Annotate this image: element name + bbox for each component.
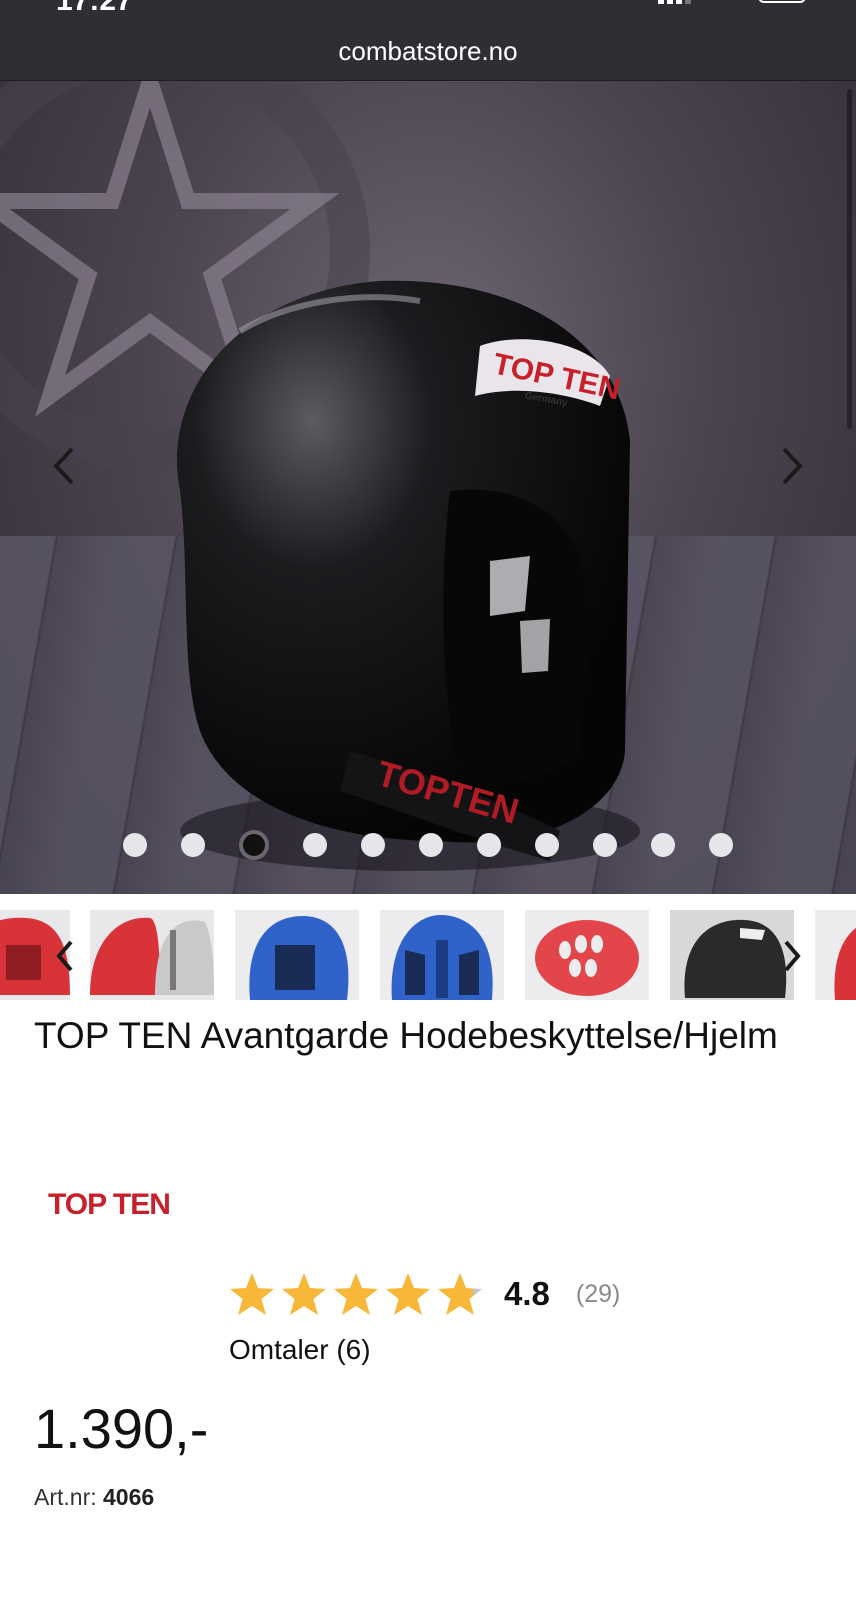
browser-address-bar[interactable]: combatstore.no bbox=[0, 14, 856, 81]
gallery-dot[interactable] bbox=[303, 833, 327, 857]
star-icon bbox=[230, 1273, 274, 1315]
thumbnail[interactable] bbox=[380, 910, 504, 1000]
chevron-left-icon bbox=[53, 447, 74, 485]
gallery-dot[interactable] bbox=[477, 833, 501, 857]
gallery-pagination bbox=[0, 830, 856, 860]
brand-logo[interactable]: TOP TEN bbox=[44, 1178, 184, 1226]
helmet-image: TOP TEN Germany TOPTEN bbox=[176, 280, 640, 871]
battery-icon bbox=[758, 0, 806, 3]
chevron-right-icon bbox=[782, 447, 803, 485]
thumbnail[interactable] bbox=[525, 910, 649, 1000]
thumbnail[interactable] bbox=[670, 910, 794, 1000]
gallery-dot[interactable] bbox=[535, 833, 559, 857]
thumbnails-prev-button[interactable] bbox=[50, 936, 80, 976]
rating-stars bbox=[228, 1270, 484, 1318]
svg-text:TOP TEN: TOP TEN bbox=[48, 1188, 170, 1221]
star-icon bbox=[386, 1273, 430, 1315]
status-bar: 17:27 bbox=[0, 0, 856, 14]
product-title: TOP TEN Avantgarde Hodebeskyttelse/Hjelm bbox=[34, 1015, 778, 1056]
article-number: Art.nr: 4066 bbox=[34, 1484, 154, 1511]
star-icon bbox=[334, 1273, 378, 1315]
thumbnails-next-button[interactable] bbox=[777, 936, 807, 976]
thumbnail-strip bbox=[0, 908, 856, 1002]
product-image-gallery[interactable]: TOP TEN Germany TOPTEN bbox=[0, 81, 856, 894]
thumbnail[interactable] bbox=[90, 910, 214, 1000]
article-number-label: Art.nr: bbox=[34, 1484, 97, 1510]
gallery-dot-active[interactable] bbox=[239, 830, 269, 860]
chevron-left-icon bbox=[56, 940, 73, 972]
gallery-dot[interactable] bbox=[361, 833, 385, 857]
reviews-link[interactable]: Omtaler (6) bbox=[229, 1334, 371, 1366]
gallery-dot[interactable] bbox=[651, 833, 675, 857]
gallery-dot[interactable] bbox=[593, 833, 617, 857]
rating-count: (29) bbox=[575, 1279, 621, 1308]
star-icon bbox=[438, 1273, 482, 1315]
product-price: 1.390,- bbox=[34, 1397, 209, 1460]
article-number-value: 4066 bbox=[103, 1484, 155, 1510]
gallery-dot[interactable] bbox=[419, 833, 443, 857]
gallery-prev-button[interactable] bbox=[44, 441, 84, 491]
url-text[interactable]: combatstore.no bbox=[0, 36, 856, 67]
gallery-dot[interactable] bbox=[181, 833, 205, 857]
rating-row[interactable]: 4.8 (29) bbox=[228, 1270, 620, 1318]
rating-value: 4.8 bbox=[504, 1275, 550, 1312]
gallery-next-button[interactable] bbox=[772, 441, 812, 491]
star-icon bbox=[282, 1273, 326, 1315]
gallery-dot[interactable] bbox=[123, 833, 147, 857]
gallery-scrollbar[interactable] bbox=[847, 89, 852, 429]
thumbnail[interactable] bbox=[815, 910, 856, 1000]
status-time: 17:27 bbox=[56, 0, 133, 14]
wifi-icon bbox=[716, 0, 736, 4]
thumbnail[interactable] bbox=[235, 910, 359, 1000]
chevron-right-icon bbox=[784, 940, 801, 972]
gallery-dot[interactable] bbox=[709, 833, 733, 857]
signal-icon bbox=[658, 0, 691, 4]
status-icons bbox=[658, 0, 808, 4]
